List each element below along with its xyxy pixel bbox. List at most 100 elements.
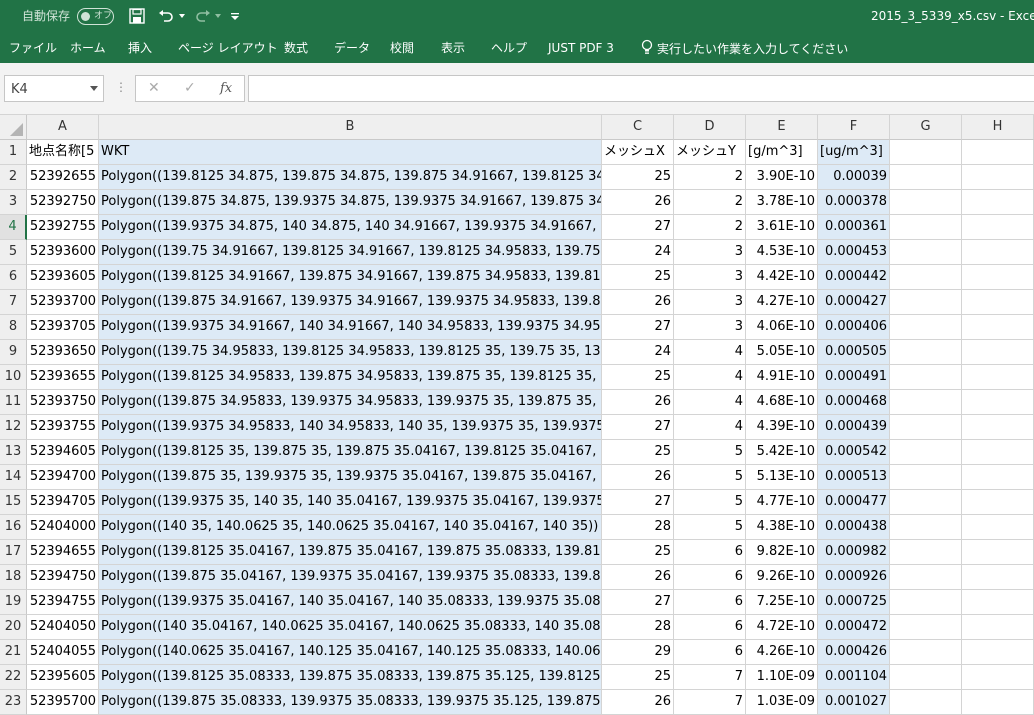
cell-e20[interactable]: 4.72E-10: [746, 615, 818, 640]
cell-f19[interactable]: 0.000725: [818, 590, 890, 615]
cell-g12[interactable]: [890, 415, 962, 440]
cell-b22[interactable]: Polygon((139.8125 35.08333, 139.875 35.0…: [99, 665, 602, 690]
cell-f8[interactable]: 0.000406: [818, 315, 890, 340]
cell-g7[interactable]: [890, 290, 962, 315]
cell-b1[interactable]: WKT: [99, 140, 602, 165]
cell-e6[interactable]: 4.42E-10: [746, 265, 818, 290]
cell-g20[interactable]: [890, 615, 962, 640]
row-header[interactable]: 9: [0, 340, 27, 365]
column-header-d[interactable]: D: [674, 115, 746, 140]
cell-g14[interactable]: [890, 465, 962, 490]
row-header[interactable]: 3: [0, 190, 27, 215]
cell-g1[interactable]: [890, 140, 962, 165]
column-header-c[interactable]: C: [602, 115, 674, 140]
tab-formulas[interactable]: 数式: [284, 41, 308, 56]
cell-e4[interactable]: 3.61E-10: [746, 215, 818, 240]
row-header[interactable]: 6: [0, 265, 27, 290]
cell-d6[interactable]: 3: [674, 265, 746, 290]
cell-a12[interactable]: 52393755: [27, 415, 99, 440]
cell-d15[interactable]: 5: [674, 490, 746, 515]
cell-d8[interactable]: 3: [674, 315, 746, 340]
row-header[interactable]: 1: [0, 140, 27, 165]
column-header-f[interactable]: F: [818, 115, 890, 140]
cell-f2[interactable]: 0.00039: [818, 165, 890, 190]
tab-home[interactable]: ホーム: [70, 41, 106, 56]
cell-d13[interactable]: 5: [674, 440, 746, 465]
cell-h20[interactable]: [962, 615, 1034, 640]
cell-b15[interactable]: Polygon((139.9375 35, 140 35, 140 35.041…: [99, 490, 602, 515]
cell-h15[interactable]: [962, 490, 1034, 515]
cell-f7[interactable]: 0.000427: [818, 290, 890, 315]
cell-b11[interactable]: Polygon((139.875 34.95833, 139.9375 34.9…: [99, 390, 602, 415]
cell-h2[interactable]: [962, 165, 1034, 190]
cell-c6[interactable]: 25: [602, 265, 674, 290]
cell-g2[interactable]: [890, 165, 962, 190]
cell-d1[interactable]: メッシュY: [674, 140, 746, 165]
cell-g18[interactable]: [890, 565, 962, 590]
cell-c15[interactable]: 27: [602, 490, 674, 515]
cell-b7[interactable]: Polygon((139.875 34.91667, 139.9375 34.9…: [99, 290, 602, 315]
cell-f10[interactable]: 0.000491: [818, 365, 890, 390]
cell-c20[interactable]: 28: [602, 615, 674, 640]
cell-c12[interactable]: 27: [602, 415, 674, 440]
tab-insert[interactable]: 挿入: [128, 41, 152, 56]
cell-h18[interactable]: [962, 565, 1034, 590]
row-header[interactable]: 20: [0, 615, 27, 640]
row-header[interactable]: 17: [0, 540, 27, 565]
cell-f1[interactable]: [ug/m^3]: [818, 140, 890, 165]
cell-g13[interactable]: [890, 440, 962, 465]
cell-a23[interactable]: 52395700: [27, 690, 99, 715]
cell-f5[interactable]: 0.000453: [818, 240, 890, 265]
cell-e11[interactable]: 4.68E-10: [746, 390, 818, 415]
cell-a2[interactable]: 52392655: [27, 165, 99, 190]
cell-a8[interactable]: 52393705: [27, 315, 99, 340]
row-header[interactable]: 13: [0, 440, 27, 465]
cell-a11[interactable]: 52393750: [27, 390, 99, 415]
cell-c9[interactable]: 24: [602, 340, 674, 365]
cell-g10[interactable]: [890, 365, 962, 390]
cell-b21[interactable]: Polygon((140.0625 35.04167, 140.125 35.0…: [99, 640, 602, 665]
cell-h7[interactable]: [962, 290, 1034, 315]
cell-a16[interactable]: 52404000: [27, 515, 99, 540]
cell-b20[interactable]: Polygon((140 35.04167, 140.0625 35.04167…: [99, 615, 602, 640]
cell-f14[interactable]: 0.000513: [818, 465, 890, 490]
cell-d3[interactable]: 2: [674, 190, 746, 215]
cell-h4[interactable]: [962, 215, 1034, 240]
save-icon[interactable]: [127, 6, 147, 26]
row-header[interactable]: 2: [0, 165, 27, 190]
cell-c16[interactable]: 28: [602, 515, 674, 540]
cell-g11[interactable]: [890, 390, 962, 415]
cell-h11[interactable]: [962, 390, 1034, 415]
cell-d11[interactable]: 4: [674, 390, 746, 415]
cell-f21[interactable]: 0.000426: [818, 640, 890, 665]
select-all-button[interactable]: [0, 115, 27, 140]
undo-dropdown-icon[interactable]: [177, 6, 187, 26]
formula-bar-grip-icon[interactable]: ⋮: [115, 81, 127, 93]
cell-d19[interactable]: 6: [674, 590, 746, 615]
cell-g21[interactable]: [890, 640, 962, 665]
cell-c3[interactable]: 26: [602, 190, 674, 215]
cell-g9[interactable]: [890, 340, 962, 365]
cell-a1[interactable]: 地点名称[5: [27, 140, 99, 165]
cell-g17[interactable]: [890, 540, 962, 565]
row-header[interactable]: 16: [0, 515, 27, 540]
cell-d2[interactable]: 2: [674, 165, 746, 190]
cell-h16[interactable]: [962, 515, 1034, 540]
redo-dropdown-icon[interactable]: [213, 6, 223, 26]
cell-f12[interactable]: 0.000439: [818, 415, 890, 440]
cell-h9[interactable]: [962, 340, 1034, 365]
row-header[interactable]: 4: [0, 215, 27, 240]
cell-b8[interactable]: Polygon((139.9375 34.91667, 140 34.91667…: [99, 315, 602, 340]
column-header-a[interactable]: A: [27, 115, 99, 140]
cell-d12[interactable]: 4: [674, 415, 746, 440]
insert-function-icon[interactable]: fx: [220, 81, 232, 96]
cell-d20[interactable]: 6: [674, 615, 746, 640]
enter-icon[interactable]: ✓: [184, 81, 196, 96]
cell-f23[interactable]: 0.001027: [818, 690, 890, 715]
tab-just-pdf[interactable]: JUST PDF 3: [548, 41, 614, 56]
cell-b9[interactable]: Polygon((139.75 34.95833, 139.8125 34.95…: [99, 340, 602, 365]
cell-g22[interactable]: [890, 665, 962, 690]
cell-a6[interactable]: 52393605: [27, 265, 99, 290]
cell-e16[interactable]: 4.38E-10: [746, 515, 818, 540]
cell-e23[interactable]: 1.03E-09: [746, 690, 818, 715]
